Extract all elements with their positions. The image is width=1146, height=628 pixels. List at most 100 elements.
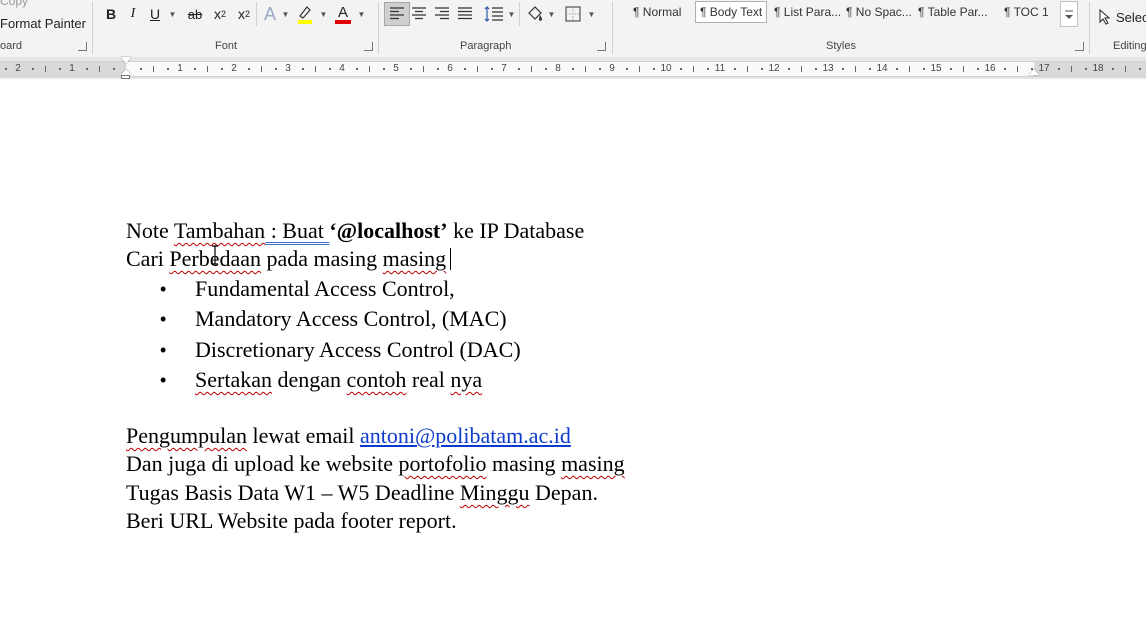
italic-button[interactable]: I — [124, 3, 142, 25]
bullet-item[interactable]: Mandatory Access Control, (MAC) — [195, 305, 507, 333]
strikethrough-button[interactable]: ab — [184, 3, 206, 25]
ruler-dot — [274, 68, 277, 70]
text-run: Cari — [126, 246, 170, 271]
ruler-dot — [490, 68, 493, 70]
text-effects-button[interactable]: A — [260, 3, 280, 25]
ruler-dot — [652, 68, 655, 70]
ruler-dot — [58, 68, 61, 70]
bullet-item[interactable]: Fundamental Access Control, — [195, 275, 455, 303]
ruler-right-margin — [1034, 62, 1146, 76]
text-run-bold: ‘@localhost’ — [329, 218, 448, 243]
ruler-number: 3 — [285, 63, 291, 74]
borders-dropdown-icon[interactable]: ▼ — [585, 3, 596, 25]
separator — [378, 2, 379, 54]
bullet-item[interactable]: Sertakan dengan contoh real nya — [195, 366, 482, 394]
first-line-indent-marker[interactable] — [121, 57, 131, 64]
format-painter-button[interactable]: Format Painter — [0, 16, 86, 31]
ruler-number: 12 — [768, 63, 780, 74]
style-toc-1[interactable]: ¶ TOC 1 — [1000, 2, 1053, 22]
text-effects-dropdown-icon[interactable]: ▼ — [279, 3, 290, 25]
ruler-number: 4 — [339, 63, 345, 74]
ruler-tick — [369, 66, 370, 72]
document-page[interactable]: Note Tambahan : Buat ‘@localhost’ ke IP … — [0, 79, 1146, 628]
ruler-tick — [153, 66, 154, 72]
email-link[interactable]: antoni@polibatam.ac.id — [360, 423, 571, 448]
copy-button[interactable]: Copy — [0, 0, 28, 8]
text-run-misspelled: masing — [561, 451, 625, 476]
align-center-button[interactable] — [408, 3, 430, 25]
font-color-button[interactable]: A — [332, 3, 354, 25]
style-list-paragraph[interactable]: ¶ List Para... — [770, 2, 845, 22]
shading-button[interactable] — [524, 3, 546, 25]
bullet-item[interactable]: Discretionary Access Control (DAC) — [195, 336, 521, 364]
ruler-dot — [436, 68, 439, 70]
doc-line-cari[interactable]: Cari Perbedaan pada masing masing — [126, 245, 452, 273]
doc-line-beri-url[interactable]: Beri URL Website pada footer report. — [126, 507, 457, 535]
highlight-button[interactable] — [294, 3, 316, 25]
select-button[interactable]: Selec — [1098, 9, 1146, 25]
font-launcher-icon[interactable] — [364, 42, 373, 51]
ruler-dot — [544, 68, 547, 70]
ruler-dot — [787, 68, 790, 70]
superscript-mark: 2 — [244, 9, 250, 19]
editing-group-label: Editing — [1113, 40, 1146, 52]
borders-button[interactable] — [562, 3, 584, 25]
ruler-dot — [625, 68, 628, 70]
align-left-button[interactable] — [384, 2, 410, 26]
ruler-tick — [855, 66, 856, 72]
ruler-tick — [315, 66, 316, 72]
paragraph-launcher-icon[interactable] — [597, 42, 606, 51]
ruler-number: 11 — [714, 63, 726, 74]
justify-button[interactable] — [454, 3, 476, 25]
style-body-text[interactable]: ¶ Body Text — [695, 1, 768, 23]
ruler-dot — [679, 68, 682, 70]
text-run: pada masing — [261, 246, 383, 271]
underline-button[interactable]: U — [146, 3, 164, 25]
ruler-dot — [463, 68, 466, 70]
ruler-dot — [706, 68, 709, 70]
style-no-spacing[interactable]: ¶ No Spac... — [842, 2, 916, 22]
cursor-arrow-icon — [1099, 9, 1111, 25]
style-normal[interactable]: ¶ Normal — [629, 2, 685, 22]
horizontal-ruler[interactable]: 2 1 1 2 3 4 5 6 7 8 9 10 11 12 13 14 15 16 17 18 — [0, 57, 1146, 79]
font-group-label: Font — [215, 40, 238, 52]
right-indent-marker[interactable] — [1029, 69, 1039, 75]
ruler-dot — [517, 68, 520, 70]
text-run: real — [406, 367, 451, 392]
style-table-paragraph[interactable]: ¶ Table Par... — [914, 2, 992, 22]
ruler-dot — [895, 68, 898, 70]
doc-line-pengumpulan[interactable]: Pengumpulan lewat email antoni@polibatam… — [126, 422, 571, 450]
align-right-button[interactable] — [431, 3, 453, 25]
ruler-tick — [477, 66, 478, 72]
ruler-tick — [207, 66, 208, 72]
ruler-dot — [949, 68, 952, 70]
line-spacing-dropdown-icon[interactable]: ▼ — [505, 3, 516, 25]
text-run: lewat email — [247, 423, 361, 448]
ruler-tick — [531, 66, 532, 72]
bold-button[interactable]: B — [102, 3, 120, 25]
font-color-dropdown-icon[interactable]: ▼ — [355, 3, 366, 25]
ruler-dot — [220, 68, 223, 70]
doc-line-note[interactable]: Note Tambahan : Buat ‘@localhost’ ke IP … — [126, 217, 584, 245]
text-run-misspelled: Minggu — [459, 480, 530, 505]
ruler-tick — [423, 66, 424, 72]
doc-line-upload[interactable]: Dan juga di upload ke website portofolio… — [126, 450, 625, 478]
ruler-dot — [328, 68, 331, 70]
styles-launcher-icon[interactable] — [1075, 42, 1084, 51]
line-spacing-button[interactable] — [482, 3, 506, 25]
doc-line-tugas[interactable]: Tugas Basis Data W1 – W5 Deadline Minggu… — [126, 479, 598, 507]
clipboard-launcher-icon[interactable] — [78, 42, 87, 51]
subscript-mark: 2 — [220, 9, 226, 19]
bullet-glyph: • — [160, 309, 167, 329]
ruler-tick — [963, 66, 964, 72]
highlight-dropdown-icon[interactable]: ▼ — [317, 3, 328, 25]
styles-more-button[interactable] — [1060, 1, 1078, 27]
ruler-number: 14 — [876, 63, 888, 74]
underline-dropdown-icon[interactable]: ▼ — [166, 3, 177, 25]
shading-dropdown-icon[interactable]: ▼ — [545, 3, 556, 25]
ruler-dot — [841, 68, 844, 70]
ruler-number: 13 — [822, 63, 834, 74]
ruler-number: 15 — [930, 63, 942, 74]
subscript-button[interactable]: x2 — [210, 3, 230, 25]
superscript-button[interactable]: x2 — [234, 3, 254, 25]
